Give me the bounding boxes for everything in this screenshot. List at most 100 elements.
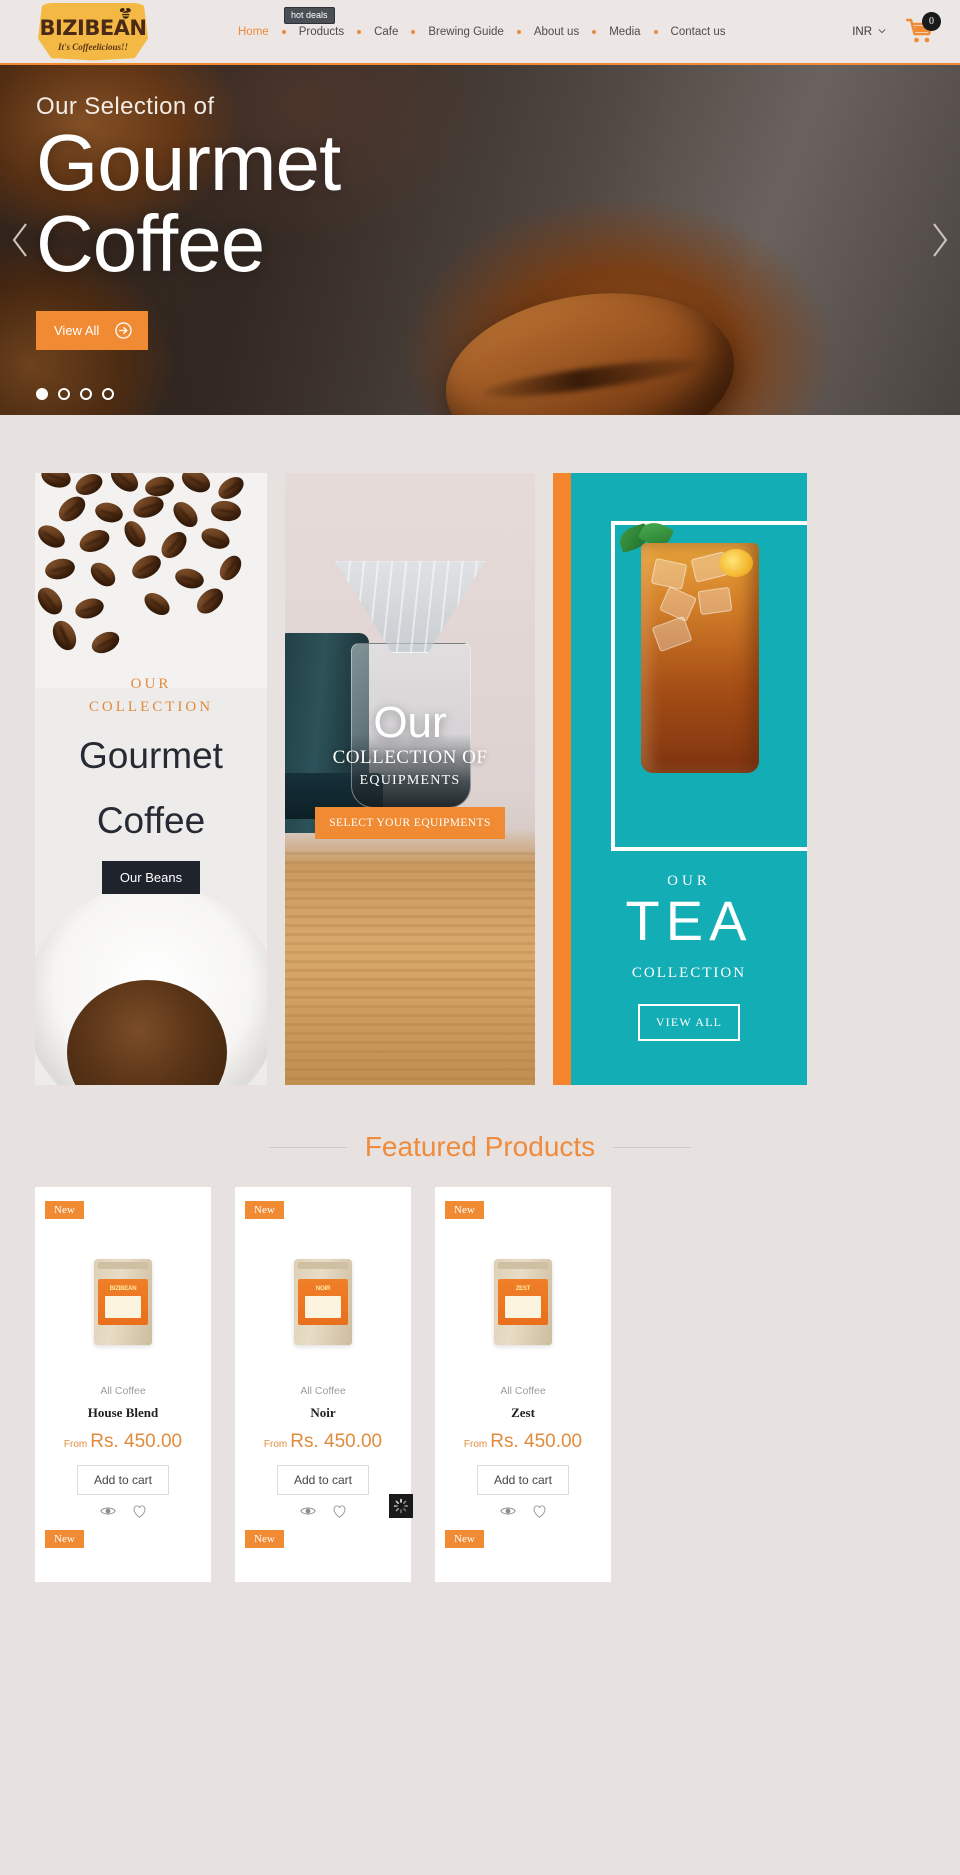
hero-content: Our Selection of Gourmet Coffee View All (36, 93, 341, 350)
tea-card-eyebrow: OUR (667, 873, 711, 889)
slider-dots (36, 388, 114, 400)
tea-view-all-button[interactable]: VIEW ALL (637, 1003, 741, 1041)
featured-products-header: Featured Products (0, 1131, 960, 1163)
bag-info-card (505, 1296, 541, 1318)
product-card[interactable]: New BIZIBEAN All Coffee House Blend From… (35, 1187, 211, 1582)
wishlist-heart-icon[interactable] (532, 1505, 547, 1518)
add-to-cart-button[interactable]: Add to cart (476, 1465, 570, 1495)
bag-label: NOIR (298, 1279, 348, 1325)
wishlist-heart-icon[interactable] (132, 1505, 147, 1518)
logo-tagline: It's Coffeelicious!! (57, 41, 129, 52)
next-row-product-card[interactable]: New (435, 1518, 611, 1582)
hero-view-all-button[interactable]: View All (36, 310, 149, 350)
divider-line-right (613, 1146, 692, 1148)
collection-cards: OUR COLLECTION Gourmet Coffee Our Beans … (0, 415, 960, 1085)
iced-tea-glass-image (641, 543, 759, 773)
bag-label: ZEST (498, 1279, 548, 1325)
quick-view-eye-icon[interactable] (299, 1505, 316, 1517)
quick-view-eye-icon[interactable] (99, 1505, 116, 1517)
product-price: From Rs. 450.00 (245, 1431, 401, 1453)
slider-dot-3[interactable] (80, 388, 92, 400)
product-price: From Rs. 450.00 (445, 1431, 601, 1453)
price-amount: Rs. 450.00 (290, 1431, 383, 1452)
price-amount: Rs. 450.00 (90, 1431, 183, 1452)
price-amount: Rs. 450.00 (490, 1431, 583, 1452)
coffee-card-eyebrow-1: OUR (130, 676, 172, 692)
product-image[interactable]: ZEST (445, 1227, 601, 1377)
slider-dot-4[interactable] (102, 388, 114, 400)
hero-title-line2: Coffee (36, 198, 265, 288)
hero-title-line1: Gourmet (36, 118, 341, 207)
equipment-card-sub1: COLLECTION OF (332, 747, 488, 768)
nav-item-cafe[interactable]: Cafe (372, 26, 400, 38)
bee-icon (119, 7, 131, 19)
product-category: All Coffee (100, 1385, 146, 1397)
slider-next-arrow[interactable] (926, 220, 952, 260)
tea-card-title: TEA (625, 889, 753, 952)
coffee-card-title-2: Coffee (96, 800, 206, 842)
cup-beans (67, 980, 227, 1085)
nav-item-contact-us[interactable]: Contact us (669, 26, 728, 38)
equipment-card-sub2: EQUIPMENTS (359, 773, 461, 788)
collection-card-tea[interactable]: OUR TEA COLLECTION VIEW ALL (571, 473, 807, 1085)
currency-selector[interactable]: INR (852, 26, 886, 38)
quick-view-eye-icon[interactable] (499, 1505, 516, 1517)
header-actions: INR 0 (852, 11, 941, 46)
hero-button-label: View All (54, 322, 100, 338)
product-category: All Coffee (300, 1385, 346, 1397)
bag-brand-text: ZEST (515, 1286, 531, 1292)
bag-label: BIZIBEAN (98, 1279, 148, 1325)
collection-card-coffee[interactable]: OUR COLLECTION Gourmet Coffee Our Beans (35, 473, 267, 1085)
nav-item-about-us[interactable]: About us (532, 26, 581, 38)
bag-info-card (305, 1296, 341, 1318)
site-logo[interactable]: BIZIBEAN It's Coffeelicious!! (38, 2, 148, 61)
new-badge: New (445, 1201, 484, 1219)
slider-dot-1[interactable] (36, 388, 48, 400)
our-beans-button[interactable]: Our Beans (101, 861, 201, 895)
coffee-bag-image: BIZIBEAN (94, 1259, 152, 1345)
nav-item-media[interactable]: Media (607, 26, 642, 38)
arrow-right-circle-icon (115, 321, 133, 339)
nav-item-home[interactable]: Home (236, 26, 271, 38)
price-prefix: From (463, 1439, 488, 1450)
product-price: From Rs. 450.00 (45, 1431, 201, 1453)
bag-brand-text: BIZIBEAN (109, 1286, 137, 1292)
cart-button[interactable]: 0 (905, 11, 941, 46)
next-row-product-card[interactable]: New (235, 1518, 411, 1582)
currency-value: INR (852, 25, 872, 38)
hero-subtitle: Our Selection of (36, 93, 215, 120)
nav-separator-dot (411, 29, 416, 34)
nav-item-brewing-guide[interactable]: Brewing Guide (426, 26, 505, 38)
hot-deals-tooltip: hot deals (284, 6, 335, 24)
add-to-cart-button[interactable]: Add to cart (76, 1465, 170, 1495)
product-actions (245, 1505, 401, 1518)
nav-item-products[interactable]: Products (297, 26, 346, 38)
product-card[interactable]: New ZEST All Coffee Zest From Rs. 450.00 … (435, 1187, 611, 1582)
equipment-card-title: Our (373, 698, 447, 747)
divider-line-left (268, 1146, 347, 1148)
product-actions (445, 1505, 601, 1518)
lemon-slice-icon (719, 549, 753, 577)
product-name: Zest (511, 1405, 535, 1420)
hero-slider: Our Selection of Gourmet Coffee View All (0, 65, 960, 415)
nav-separator-dot (516, 29, 521, 34)
product-image[interactable]: BIZIBEAN (45, 1227, 201, 1377)
product-card[interactable]: New NOIR All Coffee Noir From Rs. 450.00 … (235, 1187, 411, 1582)
add-to-cart-button[interactable]: Add to cart (276, 1465, 370, 1495)
coffee-bag-image: ZEST (494, 1259, 552, 1345)
new-badge: New (45, 1530, 84, 1548)
collection-card-equipment[interactable]: Our COLLECTION OF EQUIPMENTS SELECT YOUR… (285, 473, 535, 1085)
slider-prev-arrow[interactable] (8, 220, 34, 260)
product-name: House Blend (87, 1405, 159, 1420)
product-image[interactable]: NOIR (245, 1227, 401, 1377)
wood-table-surface (285, 852, 535, 1085)
wishlist-heart-icon[interactable] (332, 1505, 347, 1518)
coffee-cup-image (35, 885, 267, 1085)
coffee-beans-image (35, 473, 267, 688)
next-row-product-card[interactable]: New (35, 1518, 211, 1582)
slider-dot-2[interactable] (58, 388, 70, 400)
spinner-icon (393, 1498, 409, 1514)
select-equipments-button[interactable]: SELECT YOUR EQUIPMENTS (315, 807, 505, 839)
featured-products-title: Featured Products (364, 1131, 596, 1162)
nav-separator-dot (357, 29, 362, 34)
